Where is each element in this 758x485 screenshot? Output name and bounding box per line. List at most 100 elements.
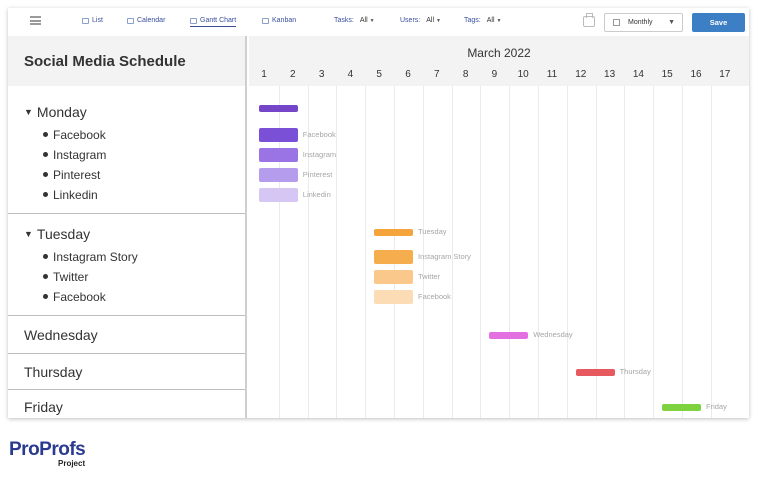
bullet-icon [43, 152, 48, 157]
list-item-label: Facebook [53, 128, 106, 142]
list-icon [82, 17, 89, 24]
list-item[interactable]: Facebook [43, 290, 106, 304]
tab-calendar-label: Calendar [137, 17, 166, 24]
group-label: Wednesday [24, 327, 98, 343]
print-icon[interactable] [583, 13, 595, 27]
calendar-icon [127, 17, 134, 24]
list-item-label: Instagram [53, 148, 107, 162]
grid-line [480, 86, 482, 418]
day-label: 14 [632, 69, 644, 80]
list-item-label: Pinterest [53, 168, 101, 182]
chevron-down-icon: ▼ [668, 19, 675, 26]
bullet-icon [43, 294, 48, 299]
day-label: 4 [347, 69, 354, 80]
day-label: 15 [661, 69, 673, 80]
group-label: Tuesday [36, 226, 91, 242]
gantt-bar-label: Linkedin [302, 190, 331, 199]
list-item[interactable]: Twitter [43, 270, 88, 284]
tab-list[interactable]: List [82, 17, 103, 24]
gantt-bar-label: Friday [706, 402, 727, 411]
gantt-bar-label: Instagram Story [418, 252, 471, 261]
list-item[interactable]: Instagram [43, 148, 106, 162]
day-label: 10 [517, 69, 529, 80]
grid-line [365, 86, 367, 418]
group-wednesday[interactable]: Wednesday [24, 327, 98, 343]
gantt-bar[interactable] [259, 168, 298, 182]
page: List Calendar Gantt Chart Kanban Tasks: A… [0, 0, 758, 485]
proprofs-logo: ProProfs Project [9, 439, 86, 468]
users-filter[interactable]: Users: All ▼ [400, 17, 441, 24]
period-select[interactable]: Monthly ▼ [604, 13, 683, 32]
page-title: Social Media Schedule [24, 53, 186, 70]
chevron-down-icon: ▼ [436, 18, 441, 24]
gantt-bar[interactable] [374, 250, 413, 264]
gantt-bar[interactable] [575, 368, 615, 376]
day-label: 9 [491, 69, 498, 80]
tags-filter[interactable]: Tags: All ▼ [464, 17, 501, 24]
grid-line [566, 86, 568, 418]
tags-filter-label: Tags: [464, 17, 481, 24]
logo-sub-text: Project [58, 459, 86, 468]
collapse-triangle-icon[interactable]: ▼ [24, 107, 33, 117]
gantt-bar[interactable] [489, 331, 529, 339]
logo-main-text: ProProfs [9, 439, 86, 460]
gantt-bar-label: Thursday [619, 367, 651, 376]
tasks-filter-value: All [359, 17, 368, 24]
menu-icon[interactable] [30, 16, 41, 25]
tasks-filter-label: Tasks: [334, 17, 354, 24]
list-item[interactable]: Instagram Story [43, 250, 138, 264]
chevron-down-icon: ▼ [369, 18, 375, 24]
gantt-bar[interactable] [662, 403, 701, 411]
gantt-bar-label: Tuesday [418, 227, 447, 236]
day-label: 3 [318, 69, 325, 80]
day-label: 13 [604, 69, 616, 80]
bullet-icon [43, 192, 48, 197]
grid-line [682, 86, 683, 418]
group-tuesday[interactable]: ▼ Tuesday [24, 226, 90, 242]
tasks-filter[interactable]: Tasks: All ▼ [334, 17, 375, 24]
group-monday[interactable]: ▼ Monday [24, 104, 87, 120]
panel-header: Social Media Schedule [8, 36, 245, 86]
kanban-icon [262, 17, 269, 24]
bullet-icon [43, 274, 48, 279]
bullet-icon [43, 254, 48, 259]
list-item[interactable]: Pinterest [43, 168, 100, 182]
divider [8, 213, 245, 214]
tab-kanban-label: Kanban [272, 17, 297, 24]
day-label: 16 [690, 69, 702, 80]
day-label: 5 [376, 69, 382, 80]
day-label: 11 [546, 69, 558, 80]
gantt-bar[interactable] [374, 228, 413, 236]
group-friday[interactable]: Friday [24, 399, 63, 415]
tab-gantt-chart[interactable]: Gantt Chart [190, 17, 237, 27]
calendar-icon [613, 19, 620, 26]
gantt-bar[interactable] [374, 270, 413, 284]
chevron-down-icon: ▼ [496, 18, 502, 24]
save-button[interactable]: Save [692, 13, 745, 32]
list-item[interactable]: Facebook [43, 128, 106, 142]
grid-line [653, 86, 655, 418]
day-label: 2 [290, 69, 296, 80]
gantt-bar[interactable] [259, 188, 298, 202]
collapse-triangle-icon[interactable]: ▼ [24, 229, 33, 239]
task-list-panel: Social Media Schedule ▼ Monday Facebook I… [8, 36, 247, 418]
list-item-label: Instagram Story [53, 250, 138, 264]
day-label: 17 [719, 69, 731, 80]
gantt-bar-label: Pinterest [302, 170, 333, 179]
gantt-bar[interactable] [259, 148, 298, 162]
tab-kanban[interactable]: Kanban [262, 17, 296, 24]
gantt-bar-label: Instagram [302, 150, 337, 159]
gantt-bar-label: Wednesday [533, 330, 573, 339]
gantt-bar[interactable] [259, 128, 298, 142]
gantt-bar[interactable] [374, 290, 413, 304]
gantt-bar-label: Facebook [418, 292, 451, 301]
group-thursday[interactable]: Thursday [24, 364, 82, 380]
list-item[interactable]: Linkedin [43, 188, 98, 202]
group-label: Thursday [24, 364, 83, 380]
toolbar: List Calendar Gantt Chart Kanban Tasks: A… [8, 8, 749, 36]
gantt-chart: March 2022 1 2 3 4 5 6 7 8 9 10 11 12 13 14 15 16 17 Fac… [249, 36, 749, 418]
tab-calendar[interactable]: Calendar [127, 17, 165, 24]
gantt-bar[interactable] [259, 104, 298, 112]
day-label: 7 [434, 69, 440, 80]
month-label: March 2022 [467, 46, 531, 60]
